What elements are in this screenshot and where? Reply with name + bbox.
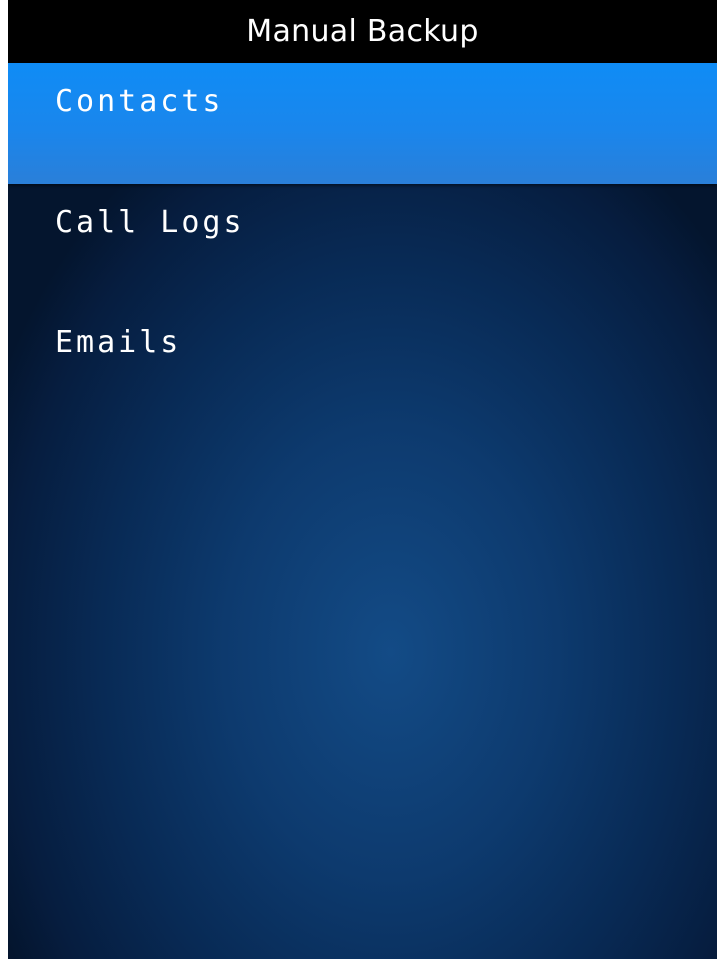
backup-screen: Manual Backup Contacts Call Logs Emails xyxy=(8,0,717,959)
menu-item-emails[interactable]: Emails xyxy=(8,304,717,424)
page-title: Manual Backup xyxy=(8,0,717,63)
menu-item-label: Call Logs xyxy=(55,205,245,240)
menu-item-label: Emails xyxy=(55,325,182,360)
backup-options-list: Contacts Call Logs Emails xyxy=(8,63,717,424)
menu-item-label: Contacts xyxy=(55,84,224,119)
menu-item-contacts[interactable]: Contacts xyxy=(8,63,717,184)
menu-item-call-logs[interactable]: Call Logs xyxy=(8,184,717,304)
